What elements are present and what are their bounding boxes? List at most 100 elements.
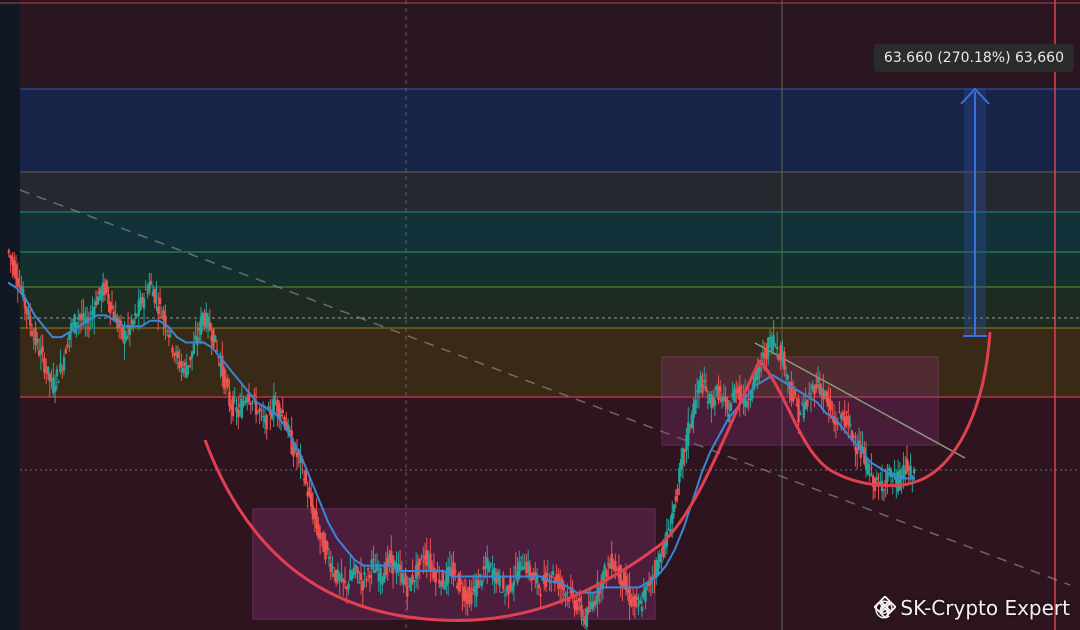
chart-area: 63.660 (270.18%) 63,660 @ SK-Crypto Expe… [0, 0, 1080, 630]
candle-body [279, 414, 283, 417]
candle-body [331, 566, 334, 569]
candle-body [153, 289, 156, 304]
candle-body [167, 334, 171, 338]
candle-body [135, 315, 139, 317]
candle-body [514, 567, 517, 569]
candle-body [637, 604, 640, 607]
candle-body [904, 470, 907, 475]
watermark-text: @ SK-Crypto Expert [874, 596, 1070, 620]
candle-body [587, 606, 590, 613]
candle-body [489, 563, 493, 565]
candle-body [185, 366, 188, 378]
candle-body [165, 331, 169, 333]
candle-body [610, 554, 613, 570]
candle-body [164, 315, 167, 329]
candle-body [848, 423, 852, 427]
candle-body [318, 533, 322, 540]
candle-body [882, 488, 886, 490]
candle-body [66, 344, 69, 348]
candle-body [368, 575, 372, 579]
candle-body [704, 386, 708, 392]
candle-body [443, 585, 446, 590]
candle-body [142, 298, 146, 309]
candle-body [304, 470, 308, 484]
candle-body [247, 394, 251, 403]
candle-body [733, 387, 736, 403]
candle-body [745, 401, 749, 408]
candle-body [441, 570, 445, 586]
candle-body [813, 387, 816, 395]
candle-body [537, 584, 541, 589]
candle-body [912, 469, 916, 474]
candle-body [144, 289, 148, 291]
candle-body [658, 553, 661, 562]
candle-body [352, 568, 356, 575]
candle-body [155, 296, 158, 298]
candle-body [359, 573, 363, 580]
candle-body [671, 512, 674, 524]
fib-zone-1 [20, 172, 1080, 212]
candle-body [576, 606, 580, 609]
candle-body [46, 366, 50, 375]
candle-body [868, 473, 871, 476]
candle-body [605, 570, 608, 578]
candle-body [404, 573, 407, 585]
candle-body [614, 560, 617, 571]
left-price-scale [0, 0, 20, 630]
candle-body [361, 581, 364, 591]
candle-body [875, 477, 878, 481]
candle-body [370, 559, 373, 570]
candle-body [30, 330, 34, 336]
candle-body [327, 556, 331, 559]
candle-body [909, 465, 912, 477]
candle-body [713, 399, 717, 406]
candle-body [452, 562, 455, 578]
measurement-label: 63.660 (270.18%) 63,660 [873, 44, 1074, 72]
fib-zone-4 [20, 287, 1080, 328]
candle-body [454, 570, 457, 573]
candle-body [564, 593, 567, 597]
candle-body [575, 599, 578, 611]
candle-body [233, 399, 236, 401]
candle-body [816, 377, 820, 383]
candle-body [503, 594, 507, 596]
candle-body [365, 579, 368, 581]
candle-body [222, 367, 226, 389]
candle-body [343, 581, 347, 584]
candle-body [251, 401, 254, 403]
candle-body [256, 411, 260, 413]
candle-body [806, 399, 809, 407]
candle-body [726, 400, 729, 410]
candle-body [176, 351, 180, 358]
candle-body [546, 574, 549, 576]
candle-body [146, 292, 149, 294]
candle-body [53, 386, 57, 392]
candle-body [510, 585, 514, 592]
candle-body [418, 558, 421, 566]
candle-body [260, 410, 263, 412]
candle-body [187, 365, 190, 368]
candle-body [477, 580, 480, 589]
fib-zone-0 [20, 89, 1080, 172]
fib-zone-2 [20, 212, 1080, 252]
candle-body [171, 347, 174, 353]
candle-body [110, 305, 114, 309]
candle-body [27, 310, 30, 316]
candle-body [237, 409, 240, 418]
candle-body [57, 381, 60, 383]
candle-body [192, 344, 196, 354]
candle-body [870, 467, 873, 469]
candle-body [180, 360, 183, 367]
candle-body [550, 575, 553, 578]
candle-body [815, 384, 818, 388]
candle-body [7, 250, 11, 254]
candle-body [660, 560, 663, 563]
candle-body [719, 386, 722, 392]
candle-body [149, 281, 153, 284]
candle-body [406, 585, 409, 597]
candle-body [786, 375, 790, 380]
candle-body [62, 357, 66, 371]
candle-body [498, 576, 501, 587]
candle-body [758, 366, 761, 373]
candle-body [29, 315, 32, 326]
